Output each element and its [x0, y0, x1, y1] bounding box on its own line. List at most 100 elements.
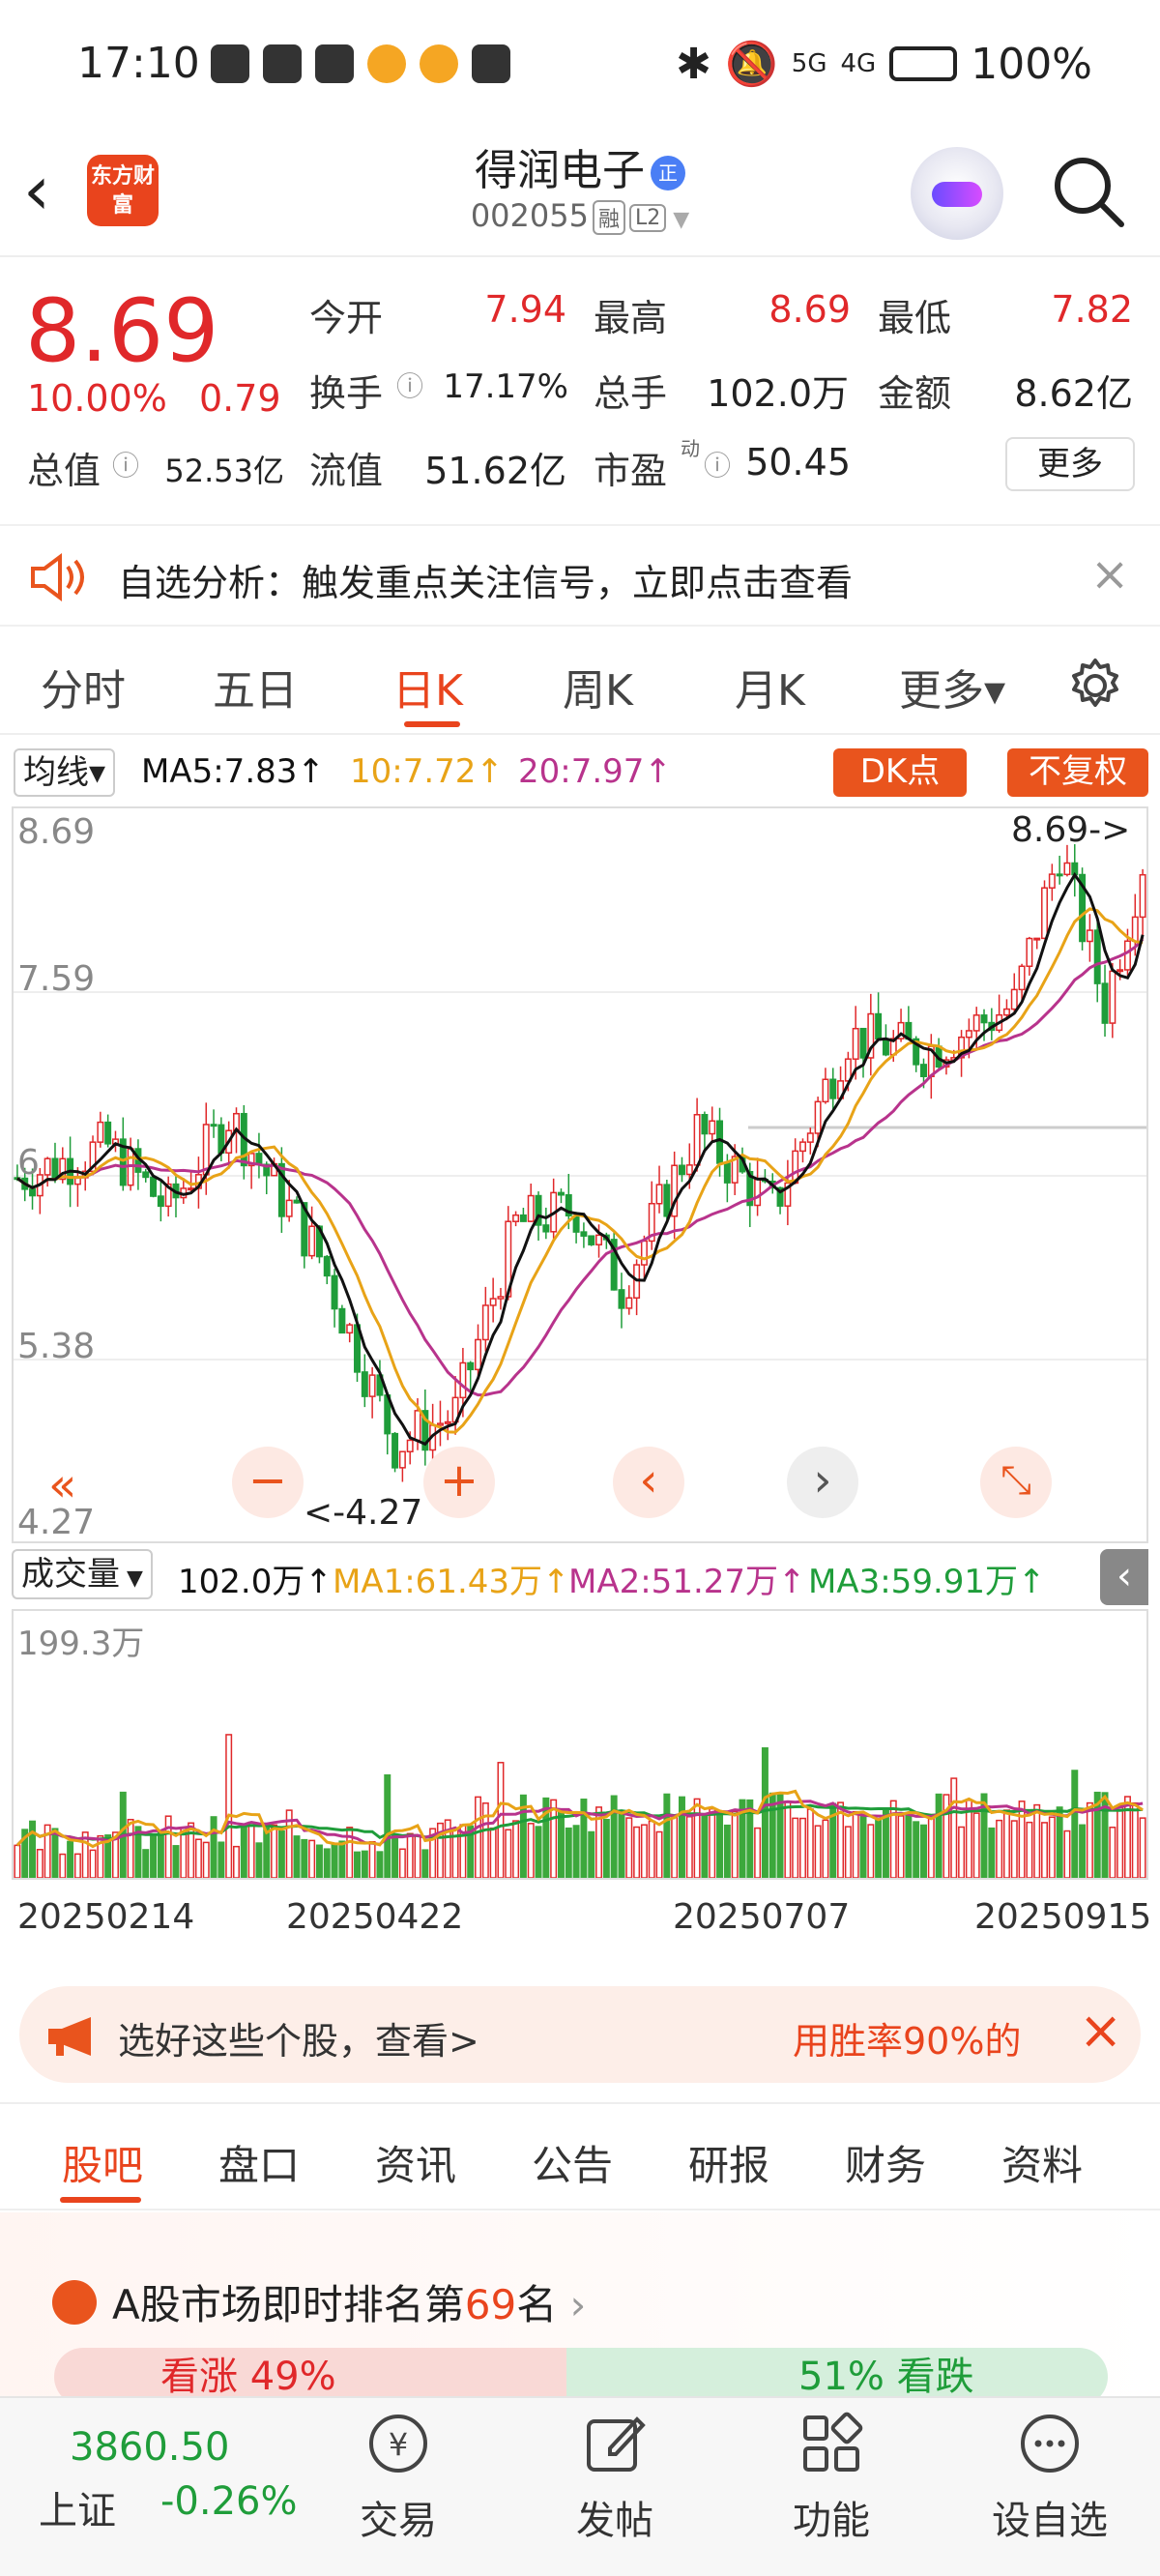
dk-point-button[interactable]: DK点: [833, 748, 967, 797]
scroll-left-fast-icon[interactable]: «: [48, 1458, 76, 1512]
volume-bar: [89, 1849, 97, 1878]
candle-body: [285, 1199, 293, 1217]
candle-body: [392, 1432, 399, 1469]
date-label: 20250915: [974, 1897, 1152, 1937]
volume-bar: [368, 1840, 376, 1878]
info-icon[interactable]: ⓘ: [396, 366, 423, 404]
volume-select[interactable]: 成交量 ▼: [12, 1549, 153, 1599]
status-time: 17:10: [77, 39, 200, 88]
close-icon[interactable]: ×: [1090, 547, 1129, 601]
tab-intraday[interactable]: 分时: [41, 656, 126, 717]
volume-bar: [1131, 1801, 1139, 1878]
price-label-2: 7.59: [17, 959, 96, 999]
volume-bar: [202, 1841, 210, 1878]
nav-functions[interactable]: 功能: [764, 2412, 899, 2545]
volume-chart[interactable]: 199.3万: [12, 1609, 1148, 1880]
vol-ma1: MA1:61.43万↑: [333, 1563, 570, 1601]
nav-add-watchlist[interactable]: 设自选: [982, 2412, 1117, 2545]
volume-bar: [392, 1833, 399, 1878]
tab-underline: [404, 721, 460, 727]
more-button[interactable]: 更多: [1005, 437, 1135, 491]
tab-five-day[interactable]: 五日: [213, 656, 298, 717]
tab-pankou[interactable]: 盘口: [218, 2133, 300, 2192]
promo-text: 选好这些个股，查看>: [118, 2020, 479, 2063]
volume-bar: [655, 1830, 663, 1878]
zoom-in-icon[interactable]: +: [423, 1447, 495, 1518]
candle-body: [1086, 929, 1093, 943]
volume-bar: [233, 1845, 240, 1878]
tab-monthly-k[interactable]: 月K: [735, 656, 805, 717]
candle-body: [414, 1410, 421, 1442]
volume-bar: [36, 1849, 44, 1878]
search-icon[interactable]: [1050, 153, 1127, 230]
weibo-icon: [367, 44, 406, 83]
candle-body: [1101, 982, 1109, 1024]
candle-body: [1139, 873, 1146, 919]
volume-bar: [376, 1851, 384, 1878]
ranking-section[interactable]: A股市场即时排名第69名 › 看涨 49% 51% 看跌: [0, 2212, 1160, 2406]
pe-label: 市盈: [594, 450, 668, 492]
candle-body: [1026, 937, 1033, 968]
tab-research[interactable]: 研报: [688, 2133, 769, 2192]
open-value: 7.94: [484, 288, 566, 331]
tab-more[interactable]: 更多▾: [899, 656, 1005, 717]
promo-banner[interactable]: 选好这些个股，查看> 用胜率90%的 ×: [19, 1986, 1141, 2083]
analysis-notice[interactable]: 自选分析：触发重点关注信号，立即点击查看 ×: [0, 524, 1160, 627]
tab-news[interactable]: 资讯: [375, 2133, 456, 2192]
adjust-button[interactable]: 不复权: [1007, 748, 1148, 797]
candle-body: [1048, 873, 1056, 889]
volume-bar: [384, 1773, 392, 1878]
edit-icon: [587, 2416, 646, 2472]
volume-bar: [859, 1814, 867, 1878]
info-icon[interactable]: ⓘ: [112, 445, 139, 483]
candle-body: [685, 1164, 693, 1176]
robot-assistant-icon[interactable]: [911, 147, 1003, 240]
candle-body: [1116, 969, 1124, 973]
date-label: 20250214: [17, 1897, 195, 1937]
zoom-out-icon[interactable]: −: [232, 1447, 304, 1518]
kline-chart[interactable]: 8.69 7.59 6 5.38 4.27 8.69-> <-4.27 « − …: [12, 806, 1148, 1543]
tab-announcement[interactable]: 公告: [532, 2133, 613, 2192]
volume-bar: [398, 1848, 406, 1878]
candle-body: [323, 1255, 331, 1277]
candle-body: [497, 1296, 505, 1300]
fullscreen-icon[interactable]: ⤡: [980, 1447, 1052, 1518]
tab-guba[interactable]: 股吧: [62, 2133, 143, 2192]
tab-daily-k[interactable]: 日K: [392, 656, 463, 717]
info-icon[interactable]: ⓘ: [704, 445, 731, 483]
alarm-icon: [263, 44, 302, 83]
candle-body: [293, 1199, 301, 1204]
volume-bar: [950, 1777, 958, 1878]
volume-legend: 成交量 ▼ 102.0万↑ MA1:61.43万↑ MA2:51.27万↑ MA…: [12, 1547, 1148, 1607]
volume-bar: [1071, 1770, 1079, 1878]
collapse-icon[interactable]: ‹: [1100, 1549, 1148, 1605]
volume-bar: [475, 1796, 482, 1878]
volume-bar: [421, 1849, 429, 1878]
volume-bar: [14, 1844, 21, 1878]
gear-icon[interactable]: [1067, 658, 1123, 714]
ma20-value: 20:7.97↑: [518, 752, 672, 791]
chevron-right-icon[interactable]: ›: [787, 1447, 858, 1518]
candle-body: [965, 1030, 972, 1039]
volume-bar: [188, 1822, 195, 1878]
ma-select[interactable]: 均线▾: [14, 748, 116, 797]
candle-body: [361, 1371, 368, 1397]
index-value[interactable]: 3860.50: [70, 2425, 229, 2470]
tab-weekly-k[interactable]: 周K: [563, 656, 633, 717]
rank-prefix: A股市场即时排名第: [112, 2281, 465, 2328]
candle-body: [51, 1157, 59, 1181]
volume-bar: [315, 1844, 323, 1878]
nav-trade[interactable]: ¥ 交易: [331, 2412, 466, 2545]
nav-post[interactable]: 发帖: [547, 2412, 682, 2545]
volume-bar: [481, 1802, 489, 1878]
volume-bar: [572, 1825, 580, 1878]
close-icon[interactable]: ×: [1079, 2000, 1122, 2061]
volume-bar: [1010, 1820, 1018, 1878]
volume-bar: [731, 1810, 739, 1878]
candle-body: [814, 1100, 822, 1134]
volume-bar: [693, 1798, 701, 1878]
tab-profile[interactable]: 资料: [1001, 2133, 1083, 2192]
battery-text: 100%: [971, 39, 1092, 89]
chevron-left-icon[interactable]: ‹: [613, 1447, 684, 1518]
tab-finance[interactable]: 财务: [845, 2133, 926, 2192]
